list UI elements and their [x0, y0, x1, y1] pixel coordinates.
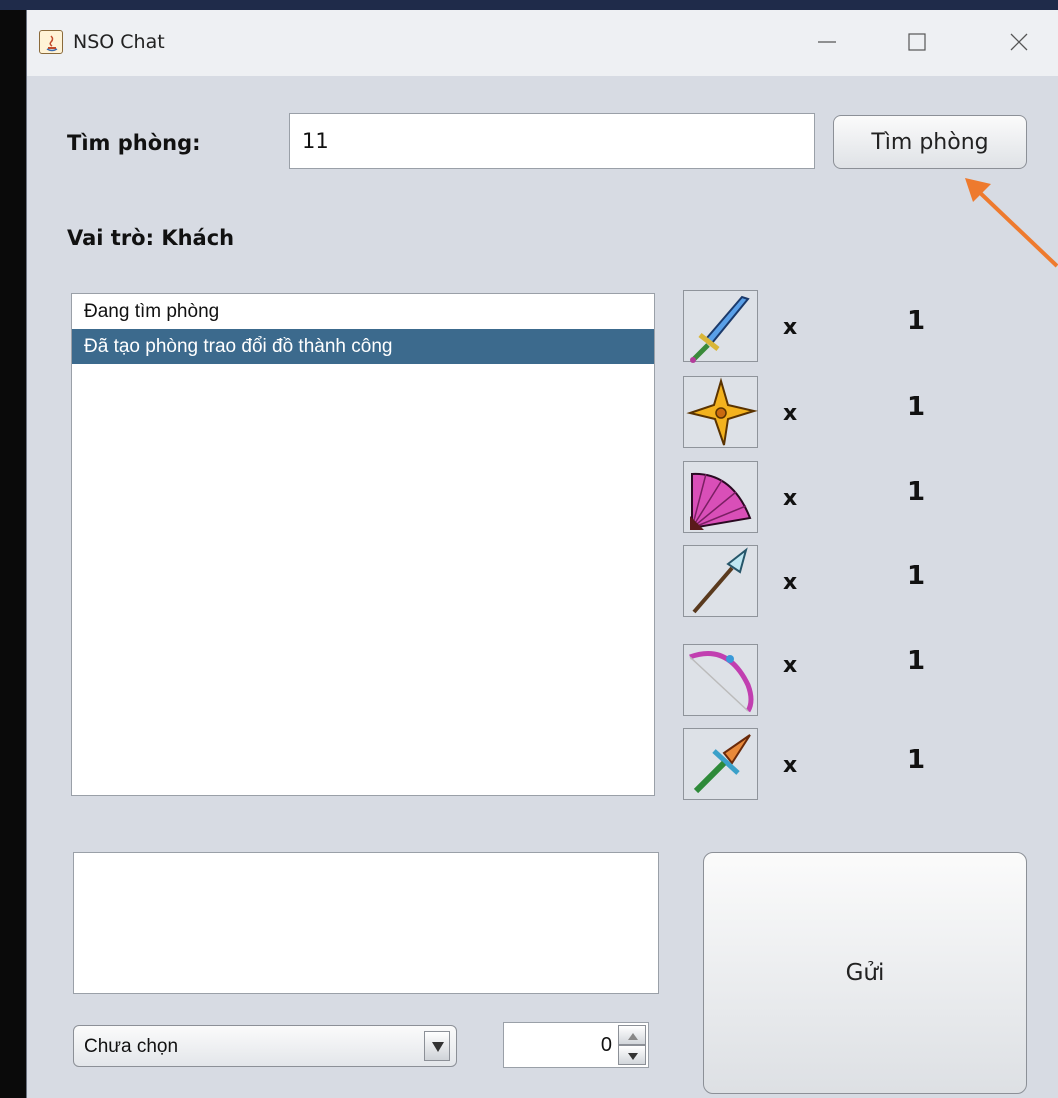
annotation-arrow-icon [965, 178, 1058, 268]
item-slot[interactable] [683, 545, 758, 617]
title-bar[interactable]: NSO Chat [27, 10, 1058, 76]
role-label: Vai trò: Khách [67, 226, 235, 250]
item-quantity: 1 [907, 392, 926, 422]
java-app-icon [39, 30, 63, 54]
window-title: NSO Chat [73, 31, 165, 53]
close-button[interactable] [989, 20, 1049, 64]
item-select[interactable]: Chưa chọn [73, 1025, 457, 1067]
triangle-down-icon [432, 1042, 444, 1052]
log-list[interactable]: Đang tìm phòng Đã tạo phòng trao đổi đồ … [71, 293, 655, 796]
app-window: NSO Chat Tìm phòng: Tìm phòng Vai trò: K… [26, 10, 1058, 1098]
item-quantity: 1 [907, 306, 926, 336]
shuriken-icon [686, 377, 758, 446]
search-room-button[interactable]: Tìm phòng [833, 115, 1027, 169]
log-item-selected[interactable]: Đã tạo phòng trao đổi đồ thành công [72, 329, 654, 364]
log-item[interactable]: Đang tìm phòng [72, 294, 654, 329]
item-multiplier: x [783, 570, 798, 595]
item-select-value: Chưa chọn [84, 1036, 179, 1057]
triangle-up-icon [628, 1033, 638, 1040]
item-multiplier: x [783, 401, 798, 426]
spear-icon [692, 547, 748, 614]
item-multiplier: x [783, 315, 798, 340]
item-multiplier: x [783, 486, 798, 511]
dropdown-arrow-button[interactable] [424, 1031, 450, 1061]
maximize-icon [908, 33, 926, 51]
minimize-button[interactable] [797, 20, 857, 64]
item-quantity: 1 [907, 561, 926, 591]
sword-icon [690, 295, 750, 363]
item-quantity: 1 [907, 745, 926, 775]
maximize-button[interactable] [887, 20, 947, 64]
item-multiplier: x [783, 753, 798, 778]
desktop-top-strip [0, 0, 1058, 10]
dagger-icon [693, 734, 751, 794]
quantity-value: 0 [600, 1034, 612, 1056]
close-icon [1010, 33, 1028, 51]
item-slot[interactable] [683, 290, 758, 363]
send-button[interactable]: Gửi [703, 852, 1027, 1094]
item-quantity: 1 [907, 477, 926, 507]
triangle-down-icon [628, 1053, 638, 1060]
quantity-stepper[interactable]: 0 [503, 1022, 649, 1068]
item-slot[interactable] [683, 728, 758, 800]
item-slot[interactable] [683, 461, 758, 533]
item-quantity: 1 [907, 646, 926, 676]
fan-icon [690, 472, 752, 530]
decrement-button[interactable] [618, 1045, 646, 1065]
increment-button[interactable] [618, 1025, 646, 1045]
item-slot[interactable] [683, 376, 758, 448]
search-label: Tìm phòng: [67, 131, 201, 155]
minimize-icon [818, 41, 836, 43]
room-search-input[interactable] [289, 113, 815, 169]
item-multiplier: x [783, 653, 798, 678]
item-slot[interactable] [683, 644, 758, 716]
message-input[interactable] [73, 852, 659, 994]
bow-icon [689, 651, 754, 713]
